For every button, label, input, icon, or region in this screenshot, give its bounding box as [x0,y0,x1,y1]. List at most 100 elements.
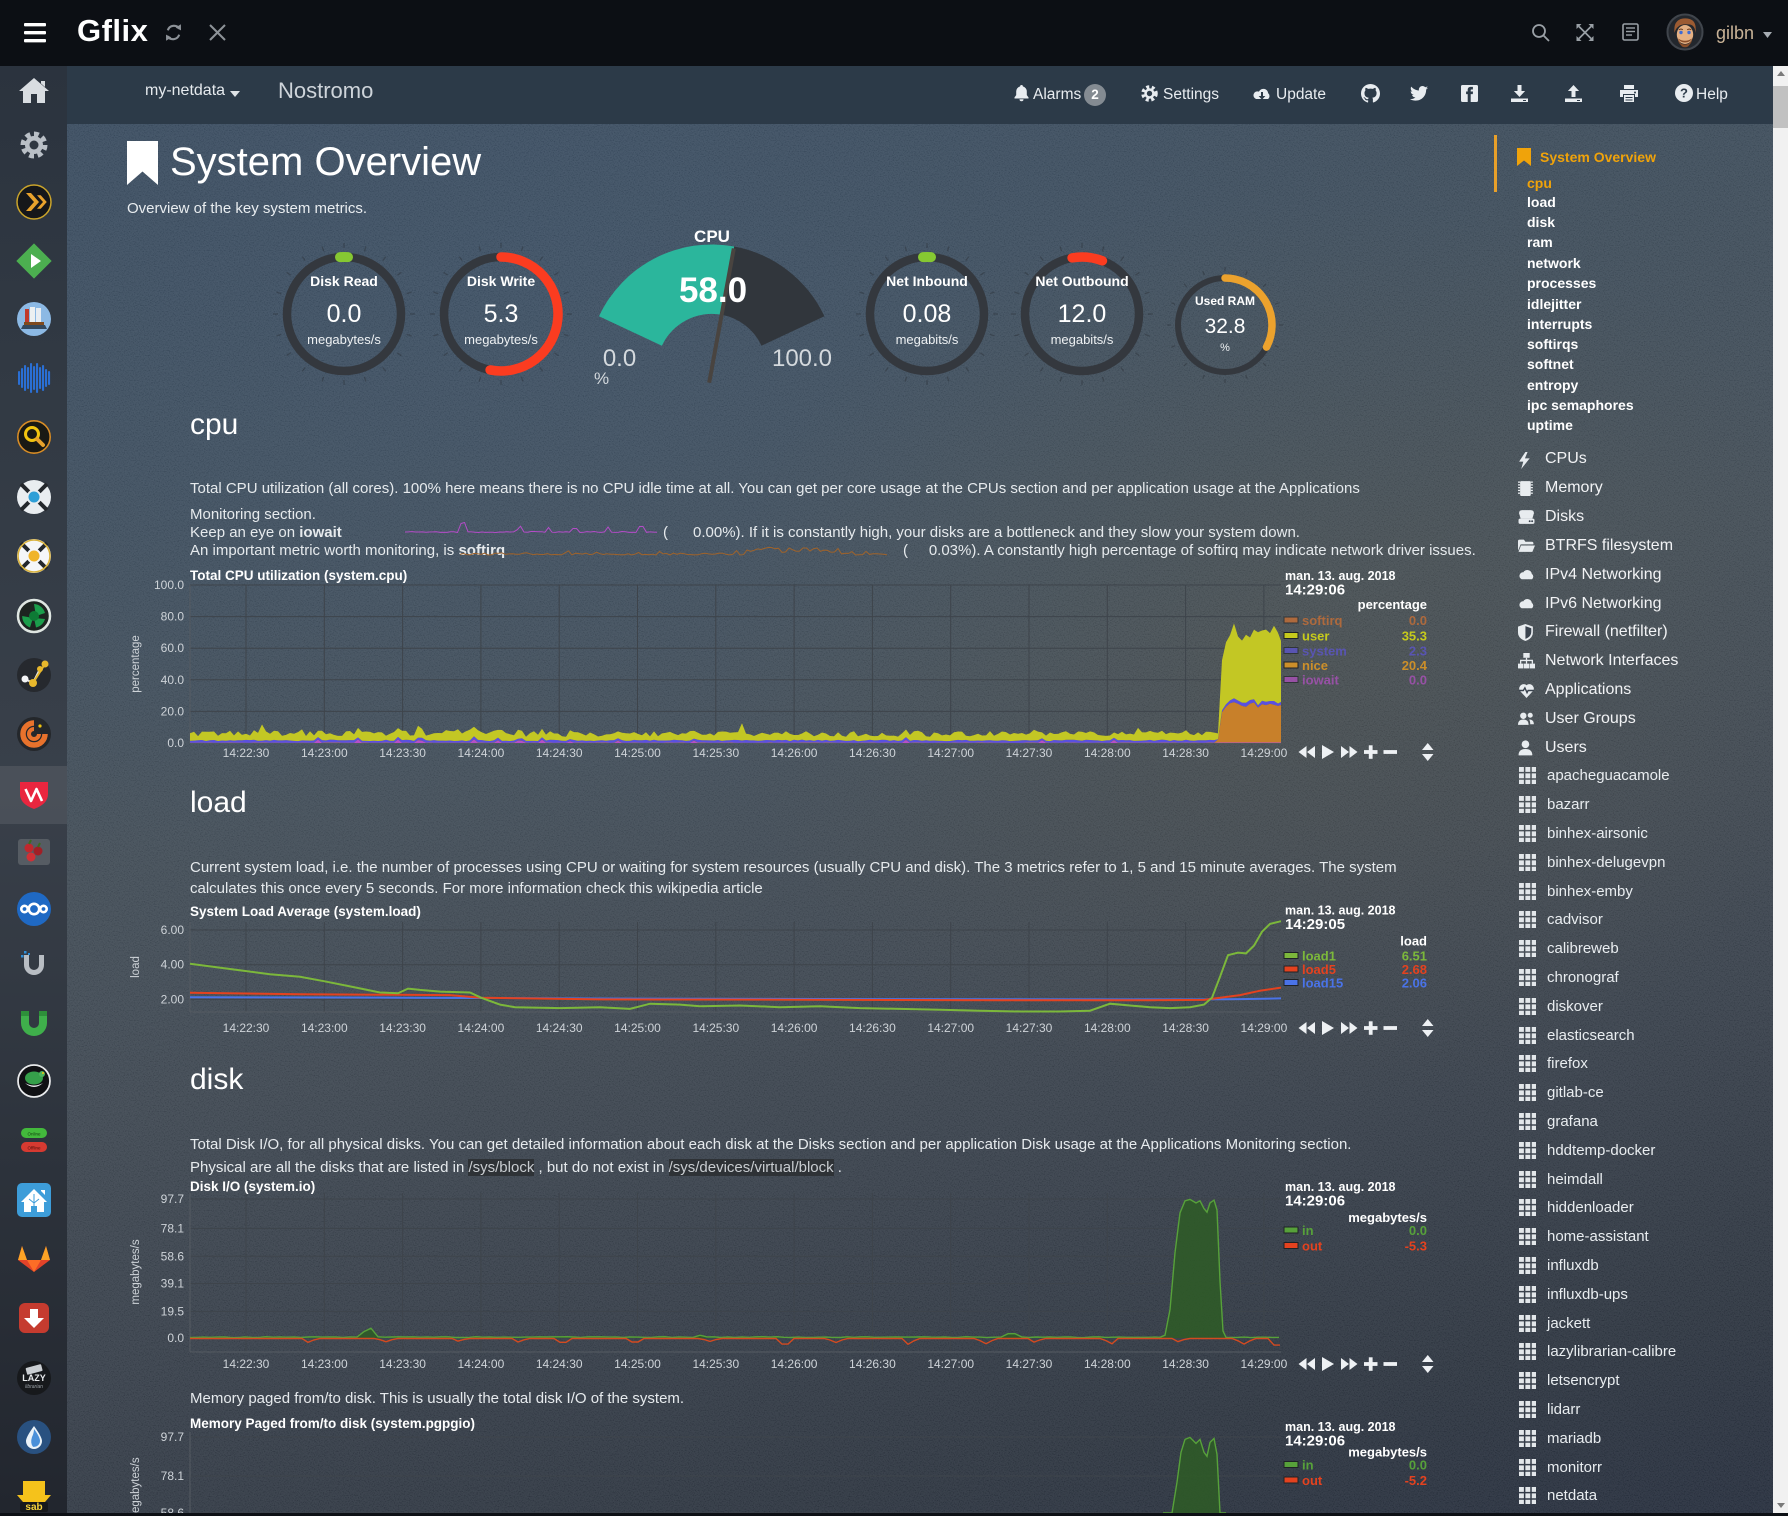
svg-text:19.5: 19.5 [161,1304,185,1318]
svg-text:System Load Average (system.lo: System Load Average (system.load) [190,904,421,919]
svg-text:Offline: Offline [27,1146,40,1151]
svg-text:LAZY: LAZY [22,1373,46,1383]
svg-text:librarian: librarian [25,1384,43,1390]
svg-text:14:24:00: 14:24:00 [458,1357,505,1371]
svg-text:35.3: 35.3 [1402,629,1427,644]
svg-text:58.6: 58.6 [161,1249,185,1263]
svg-text:percentage: percentage [130,635,142,693]
svg-text:Online: Online [27,1132,41,1137]
svg-text:14:25:00: 14:25:00 [614,1021,661,1035]
svg-text:2.06: 2.06 [1402,976,1427,991]
svg-text:Used RAM: Used RAM [1194,294,1254,308]
svg-text:CPU: CPU [694,227,730,246]
svg-text:14:27:30: 14:27:30 [1006,1357,1053,1371]
svg-text:14:29:06: 14:29:06 [1285,1193,1345,1210]
svg-text:-5.2: -5.2 [1405,1473,1427,1488]
svg-text:14:28:00: 14:28:00 [1084,1021,1131,1035]
svg-text:100.0: 100.0 [154,578,184,592]
svg-text:in: in [1302,1458,1314,1473]
svg-text:12.0: 12.0 [1058,300,1107,328]
svg-text:14:25:30: 14:25:30 [692,746,739,760]
svg-text:14:25:00: 14:25:00 [614,746,661,760]
svg-text:nice: nice [1302,658,1328,673]
svg-text:0.0: 0.0 [1409,1458,1427,1473]
svg-text:14:29:06: 14:29:06 [1285,582,1345,599]
svg-text:megabytes/s: megabytes/s [130,1239,142,1304]
svg-text:0.0: 0.0 [167,736,184,750]
svg-text:97.7: 97.7 [161,1192,185,1206]
svg-text:out: out [1302,1473,1323,1488]
svg-text:14:23:00: 14:23:00 [301,746,348,760]
svg-text:2.3: 2.3 [1409,644,1427,659]
svg-text:user: user [1302,629,1329,644]
svg-text:14:26:30: 14:26:30 [849,1357,896,1371]
svg-text:system: system [1302,644,1347,659]
svg-text:Net Outbound: Net Outbound [1035,273,1128,289]
svg-text:20.0: 20.0 [161,704,185,718]
svg-text:?: ? [1680,86,1688,101]
svg-text:0.0: 0.0 [1409,673,1427,688]
svg-text:14:27:00: 14:27:00 [927,1357,974,1371]
svg-text:14:29:00: 14:29:00 [1241,746,1288,760]
svg-text:%: % [1220,342,1230,354]
svg-text:0.0: 0.0 [603,345,636,372]
svg-text:megabits/s: megabits/s [1051,332,1114,347]
svg-text:58.0: 58.0 [679,271,747,310]
svg-text:39.1: 39.1 [161,1277,185,1291]
svg-text:megabytes/s: megabytes/s [130,1457,142,1513]
svg-text:97.7: 97.7 [161,1430,185,1444]
svg-text:14:24:00: 14:24:00 [458,1021,505,1035]
svg-text:14:29:00: 14:29:00 [1241,1357,1288,1371]
svg-text:Disk Read: Disk Read [310,273,378,289]
svg-text:megabits/s: megabits/s [896,332,959,347]
svg-text:14:24:30: 14:24:30 [536,1357,583,1371]
svg-text:0.0: 0.0 [167,1331,184,1345]
svg-text:14:25:30: 14:25:30 [692,1357,739,1371]
svg-text:14:23:00: 14:23:00 [301,1021,348,1035]
svg-text:78.1: 78.1 [161,1221,185,1235]
svg-text:14:27:00: 14:27:00 [927,1021,974,1035]
svg-text:megabytes/s: megabytes/s [307,332,381,347]
svg-text:5.3: 5.3 [483,300,518,328]
svg-text:14:23:30: 14:23:30 [379,746,426,760]
svg-text:0.08: 0.08 [903,300,952,328]
svg-text:14:28:30: 14:28:30 [1162,746,1209,760]
svg-text:0.0: 0.0 [327,300,362,328]
svg-text:0.0: 0.0 [1409,1223,1427,1238]
svg-text:58.6: 58.6 [161,1506,185,1513]
svg-text:softirq: softirq [1302,613,1343,628]
svg-text:in: in [1302,1223,1314,1238]
svg-text:14:26:00: 14:26:00 [771,1021,818,1035]
svg-text:14:23:00: 14:23:00 [301,1357,348,1371]
svg-text:14:26:30: 14:26:30 [849,1021,896,1035]
svg-text:14:28:00: 14:28:00 [1084,746,1131,760]
svg-text:14:27:30: 14:27:30 [1006,746,1053,760]
svg-text:14:26:00: 14:26:00 [771,1357,818,1371]
svg-text:40.0: 40.0 [161,673,185,687]
svg-text:80.0: 80.0 [161,610,185,624]
svg-text:14:22:30: 14:22:30 [223,746,270,760]
svg-text:2.00: 2.00 [161,992,185,1006]
svg-text:14:23:30: 14:23:30 [379,1021,426,1035]
svg-text:6.00: 6.00 [161,923,185,937]
svg-text:14:25:30: 14:25:30 [692,1021,739,1035]
svg-text:14:29:06: 14:29:06 [1285,1433,1345,1450]
svg-text:megabytes/s: megabytes/s [464,332,538,347]
svg-text:out: out [1302,1239,1323,1254]
svg-text:60.0: 60.0 [161,641,185,655]
svg-text:%: % [594,369,609,388]
svg-text:14:26:00: 14:26:00 [771,746,818,760]
svg-text:14:26:30: 14:26:30 [849,746,896,760]
svg-text:sab: sab [25,1502,42,1513]
svg-text:14:28:30: 14:28:30 [1162,1357,1209,1371]
svg-text:Net Inbound: Net Inbound [886,273,968,289]
svg-text:14:22:30: 14:22:30 [223,1357,270,1371]
svg-text:32.8: 32.8 [1204,315,1245,338]
svg-text:14:24:30: 14:24:30 [536,746,583,760]
svg-text:percentage: percentage [1358,597,1427,612]
svg-text:14:29:05: 14:29:05 [1285,916,1345,933]
svg-text:14:27:00: 14:27:00 [927,746,974,760]
svg-text:Disk I/O (system.io): Disk I/O (system.io) [190,1180,315,1194]
svg-text:78.1: 78.1 [161,1469,185,1483]
svg-text:14:28:00: 14:28:00 [1084,1357,1131,1371]
